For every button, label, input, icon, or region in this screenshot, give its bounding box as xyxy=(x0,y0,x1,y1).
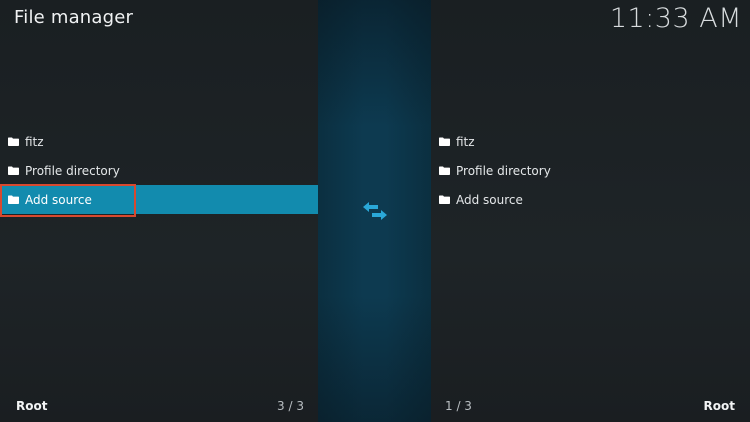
folder-icon xyxy=(439,166,450,175)
right-footer-root-label: Root xyxy=(703,399,735,413)
right-list-item-profile-directory[interactable]: Profile directory xyxy=(431,156,750,185)
file-manager-screen: File manager 11:33 AM fitz Profile direc… xyxy=(0,0,750,422)
right-file-list: fitz Profile directory Add source xyxy=(431,127,750,214)
folder-icon xyxy=(439,195,450,204)
swap-arrows-icon[interactable] xyxy=(362,201,388,221)
right-list-item-add-source[interactable]: Add source xyxy=(431,185,750,214)
list-item-label: Profile directory xyxy=(456,163,551,178)
folder-icon xyxy=(8,195,19,204)
list-item-label: fitz xyxy=(456,134,475,149)
left-footer-root-label: Root xyxy=(16,399,48,413)
list-item-label: Add source xyxy=(25,192,92,207)
left-list-item-fitz[interactable]: fitz xyxy=(0,127,318,156)
left-pane: fitz Profile directory Add source Root 3… xyxy=(0,0,318,422)
folder-icon xyxy=(439,137,450,146)
list-item-label: Add source xyxy=(456,192,523,207)
right-pane: fitz Profile directory Add source 1 / 3 … xyxy=(431,0,750,422)
folder-icon xyxy=(8,166,19,175)
left-list-item-add-source[interactable]: Add source xyxy=(0,184,318,217)
left-file-list: fitz Profile directory Add source xyxy=(0,127,318,217)
left-list-item-profile-directory[interactable]: Profile directory xyxy=(0,156,318,185)
center-divider xyxy=(318,0,431,422)
list-item-label: fitz xyxy=(25,134,44,149)
folder-icon xyxy=(8,137,19,146)
list-item-label: Profile directory xyxy=(25,163,120,178)
left-item-count: 3 / 3 xyxy=(277,399,304,413)
right-item-count: 1 / 3 xyxy=(445,399,472,413)
right-list-item-fitz[interactable]: fitz xyxy=(431,127,750,156)
